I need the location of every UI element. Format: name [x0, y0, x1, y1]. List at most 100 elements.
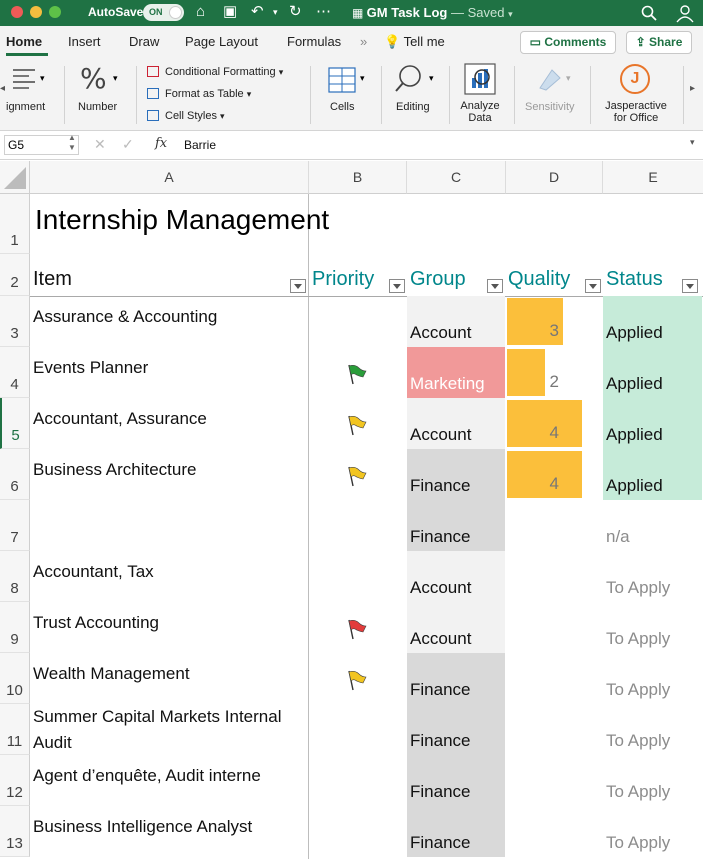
cancel-icon[interactable]: ✕: [94, 136, 106, 153]
expand-formula-bar-icon[interactable]: ▾: [690, 137, 695, 148]
item-cell[interactable]: Accountant, Assurance: [33, 406, 305, 432]
tab-formulas[interactable]: Formulas: [287, 34, 341, 49]
status-cell[interactable]: To Apply: [603, 653, 702, 704]
status-cell[interactable]: Applied: [603, 296, 702, 347]
comments-button[interactable]: ▭ Comments: [520, 31, 616, 54]
header-quality[interactable]: Quality: [508, 268, 570, 291]
cells-dropdown-icon[interactable]: ▾: [360, 73, 365, 84]
group-cell[interactable]: Account: [407, 398, 505, 449]
item-cell[interactable]: Trust Accounting: [33, 610, 305, 636]
row-header[interactable]: 1: [0, 194, 30, 254]
scroll-right-icon[interactable]: ▸: [690, 83, 695, 94]
sensitivity-label[interactable]: Sensitivity: [525, 101, 575, 113]
row-header[interactable]: 6: [0, 449, 30, 500]
filter-status-sort-button[interactable]: [682, 279, 698, 293]
document-title[interactable]: ▦ GM Task Log — Saved ▾: [352, 5, 513, 20]
name-box-stepper-icon[interactable]: ▲ ▼: [68, 133, 76, 153]
group-cell[interactable]: Finance: [407, 449, 505, 500]
alignment-label[interactable]: ignment: [6, 101, 45, 113]
status-cell[interactable]: Applied: [603, 347, 702, 398]
row-header[interactable]: 9: [0, 602, 30, 653]
header-status[interactable]: Status: [606, 268, 663, 291]
more-icon[interactable]: ⋯: [316, 2, 331, 22]
column-header-c[interactable]: C: [407, 161, 506, 194]
group-cell[interactable]: Finance: [407, 500, 505, 551]
conditional-formatting-button[interactable]: Conditional Formatting ▾: [147, 66, 283, 78]
insert-function-icon[interactable]: fx: [155, 136, 167, 151]
row-header[interactable]: 7: [0, 500, 30, 551]
item-cell[interactable]: Assurance & Accounting: [33, 304, 305, 330]
row-header[interactable]: 10: [0, 653, 30, 704]
item-cell[interactable]: Business Architecture: [33, 457, 305, 483]
editing-label[interactable]: Editing: [396, 101, 430, 113]
minimize-window-button[interactable]: [30, 6, 42, 18]
group-cell[interactable]: Finance: [407, 806, 505, 857]
quality-cell[interactable]: 4: [506, 474, 559, 494]
group-cell[interactable]: Marketing: [407, 347, 505, 398]
status-cell[interactable]: To Apply: [603, 704, 702, 755]
tab-page-layout[interactable]: Page Layout: [185, 34, 258, 49]
row-header[interactable]: 12: [0, 755, 30, 806]
quality-cell[interactable]: 4: [506, 423, 559, 443]
alignment-dropdown-icon[interactable]: ▾: [40, 73, 45, 84]
account-icon[interactable]: [675, 3, 695, 23]
header-group[interactable]: Group: [410, 268, 466, 291]
sheet-title[interactable]: Internship Management: [35, 204, 329, 236]
row-header[interactable]: 2: [0, 254, 30, 296]
home-icon[interactable]: ⌂: [196, 2, 205, 22]
close-window-button[interactable]: [11, 6, 23, 18]
cell-styles-button[interactable]: Cell Styles ▾: [147, 110, 225, 122]
item-cell[interactable]: Business Intelligence Analyst: [33, 814, 305, 840]
item-cell[interactable]: Wealth Management: [33, 661, 305, 687]
status-cell[interactable]: To Apply: [603, 755, 702, 806]
row-header[interactable]: 4: [0, 347, 30, 398]
row-header[interactable]: 8: [0, 551, 30, 602]
item-cell[interactable]: Summer Capital Markets Internal Audit: [33, 704, 305, 756]
status-cell[interactable]: To Apply: [603, 602, 702, 653]
group-cell[interactable]: Finance: [407, 704, 505, 755]
share-button[interactable]: ⇪ Share: [626, 31, 692, 54]
group-cell[interactable]: Finance: [407, 653, 505, 704]
filter-group-button[interactable]: [487, 279, 503, 293]
column-header-e[interactable]: E: [603, 161, 703, 194]
item-cell[interactable]: Events Planner: [33, 355, 305, 381]
redo-icon[interactable]: ↻: [289, 2, 302, 22]
tab-home[interactable]: Home: [6, 34, 42, 49]
header-item[interactable]: Item: [33, 268, 72, 291]
quality-cell[interactable]: 2: [506, 372, 559, 392]
quality-cell[interactable]: 3: [506, 321, 559, 341]
group-cell[interactable]: Account: [407, 296, 505, 347]
jasperactive-label[interactable]: Jasperactive for Office: [598, 100, 674, 124]
row-header[interactable]: 3: [0, 296, 30, 347]
item-cell[interactable]: Accountant, Tax: [33, 559, 305, 585]
row-header[interactable]: 5: [0, 398, 30, 449]
analyze-data-label[interactable]: Analyze Data: [458, 100, 502, 124]
item-cell[interactable]: Agent d’enquête, Audit interne: [33, 763, 305, 789]
editing-dropdown-icon[interactable]: ▾: [429, 73, 434, 84]
group-cell[interactable]: Account: [407, 602, 505, 653]
filter-item-button[interactable]: [290, 279, 306, 293]
more-tabs-icon[interactable]: »: [360, 34, 367, 49]
row-header[interactable]: 11: [0, 704, 30, 755]
status-cell[interactable]: To Apply: [603, 806, 702, 857]
group-cell[interactable]: Finance: [407, 755, 505, 806]
formula-input[interactable]: Barrie: [184, 138, 216, 152]
status-cell[interactable]: Applied: [603, 449, 702, 500]
enter-icon[interactable]: ✓: [122, 136, 134, 153]
number-dropdown-icon[interactable]: ▾: [113, 73, 118, 84]
undo-dropdown-icon[interactable]: ▾: [273, 2, 278, 22]
header-priority[interactable]: Priority: [312, 268, 374, 291]
save-icon[interactable]: ▣: [223, 2, 237, 22]
status-cell[interactable]: To Apply: [603, 551, 702, 602]
scroll-left-icon[interactable]: ◂: [0, 83, 5, 94]
search-icon[interactable]: [641, 5, 657, 21]
select-all-corner[interactable]: [0, 161, 30, 194]
number-label[interactable]: Number: [78, 101, 117, 113]
group-cell[interactable]: Account: [407, 551, 505, 602]
zoom-window-button[interactable]: [49, 6, 61, 18]
cells-label[interactable]: Cells: [330, 101, 354, 113]
column-header-d[interactable]: D: [506, 161, 603, 194]
filter-priority-button[interactable]: [389, 279, 405, 293]
row-header[interactable]: 13: [0, 806, 30, 857]
filter-quality-button[interactable]: [585, 279, 601, 293]
